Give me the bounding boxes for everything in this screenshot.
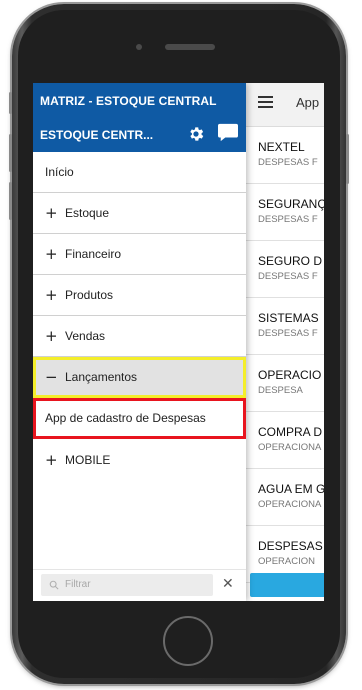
navigation-drawer: MATRIZ - ESTOQUE CENTRAL ESTOQUE CENTR..… <box>33 83 246 601</box>
list-item-title: NEXTEL <box>258 140 305 154</box>
volume-down-button <box>9 182 12 220</box>
menu-item-label: Lançamentos <box>65 370 138 384</box>
list-item-title: SISTEMAS <box>258 311 319 325</box>
list-item-title: AGUA EM G <box>258 482 324 496</box>
filter-input[interactable]: Filtrar <box>41 574 213 596</box>
list-item-subtitle: OPERACIONA <box>258 442 322 453</box>
mute-switch <box>9 92 12 114</box>
menu-item-label: Produtos <box>65 288 114 302</box>
menu-item-mobile[interactable]: + MOBILE <box>33 439 246 480</box>
power-button <box>346 134 349 184</box>
list-item-subtitle: DESPESA <box>258 385 303 396</box>
list-item-subtitle: DESPESAS F <box>258 214 318 225</box>
minus-icon: − <box>45 368 58 386</box>
list-item-title: OPERACIO <box>258 368 322 382</box>
drawer-footer: Filtrar ✕ <box>33 569 246 601</box>
expense-list: NEXTEL DESPESAS F SEGURANÇ DESPESAS F SE… <box>246 127 324 583</box>
list-item[interactable]: NEXTEL DESPESAS F <box>246 127 324 184</box>
list-item[interactable]: SEGURANÇ DESPESAS F <box>246 184 324 241</box>
menu-item-produtos[interactable]: + Produtos <box>33 275 246 316</box>
app-action-button[interactable] <box>250 573 324 597</box>
gear-icon[interactable] <box>187 125 205 143</box>
list-item-title: COMPRA D <box>258 425 323 439</box>
drawer-header: MATRIZ - ESTOQUE CENTRAL ESTOQUE CENTR..… <box>33 83 246 152</box>
earpiece-speaker <box>165 44 215 50</box>
list-item-title: SEGURANÇ <box>258 197 324 211</box>
drawer-menu: Início + Estoque + Financeiro + Produtos… <box>33 152 246 480</box>
plus-icon: + <box>45 286 58 304</box>
list-item[interactable]: SISTEMAS DESPESAS F <box>246 298 324 355</box>
menu-item-label: Vendas <box>65 329 106 343</box>
menu-item-financeiro[interactable]: + Financeiro <box>33 234 246 275</box>
store-selector[interactable]: ESTOQUE CENTR... <box>40 128 153 142</box>
chat-icon[interactable] <box>217 123 239 143</box>
app-content: App NEXTEL DESPESAS F SEGURANÇ DESPESAS … <box>246 83 324 601</box>
list-item-subtitle: DESPESAS F <box>258 328 318 339</box>
menu-item-label: MOBILE <box>65 452 111 467</box>
menu-item-estoque[interactable]: + Estoque <box>33 193 246 234</box>
list-item-subtitle: OPERACION <box>258 556 316 567</box>
list-item-title: DESPESAS <box>258 539 323 553</box>
plus-icon: + <box>45 204 58 222</box>
menu-item-label: Financeiro <box>65 247 122 261</box>
menu-item-label: App de cadastro de Despesas <box>45 411 206 425</box>
menu-item-label: Estoque <box>65 206 110 220</box>
company-name: MATRIZ - ESTOQUE CENTRAL <box>40 94 217 108</box>
list-item[interactable]: OPERACIO DESPESA <box>246 355 324 412</box>
volume-up-button <box>9 134 12 172</box>
list-item-subtitle: DESPESAS F <box>258 271 318 282</box>
list-item-title: SEGURO D <box>258 254 323 268</box>
list-item[interactable]: AGUA EM G OPERACIONA <box>246 469 324 526</box>
search-icon <box>49 580 59 590</box>
plus-icon: + <box>45 450 58 469</box>
menu-item-lancamentos[interactable]: − Lançamentos <box>33 357 246 398</box>
front-camera <box>136 44 142 50</box>
menu-item-label: Início <box>45 165 74 179</box>
list-item[interactable]: SEGURO D DESPESAS F <box>246 241 324 298</box>
list-item[interactable]: COMPRA D OPERACIONA <box>246 412 324 469</box>
app-title: App <box>296 95 320 110</box>
filter-placeholder: Filtrar <box>65 579 91 590</box>
list-item-subtitle: DESPESAS F <box>258 157 318 168</box>
plus-icon: + <box>45 245 58 263</box>
menu-item-vendas[interactable]: + Vendas <box>33 316 246 357</box>
device-screen: App NEXTEL DESPESAS F SEGURANÇ DESPESAS … <box>33 83 324 601</box>
close-icon[interactable]: ✕ <box>222 576 234 592</box>
home-button[interactable] <box>163 616 213 666</box>
app-header: App <box>246 83 324 127</box>
menu-item-app-despesas[interactable]: App de cadastro de Despesas <box>33 398 246 439</box>
plus-icon: + <box>45 327 58 345</box>
list-item-subtitle: OPERACIONA <box>258 499 322 510</box>
menu-item-inicio[interactable]: Início <box>33 152 246 193</box>
hamburger-menu-icon[interactable] <box>258 96 273 108</box>
